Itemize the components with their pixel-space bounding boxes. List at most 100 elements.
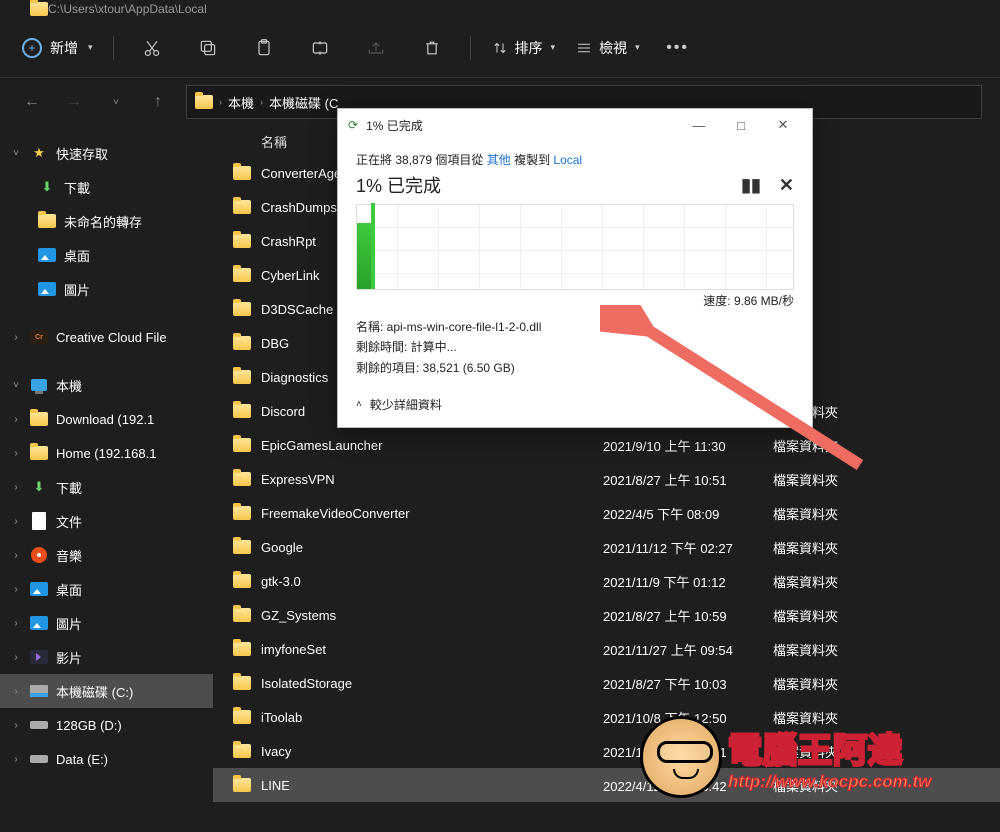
sidebar-item-dl2[interactable]: ›⬇下載 — [0, 470, 213, 504]
view-button[interactable]: 檢視 ▾ — [575, 38, 640, 58]
picture-icon — [38, 246, 56, 264]
file-type: 檔案資料夾 — [773, 436, 838, 455]
pause-button[interactable]: ▮▮ — [741, 175, 761, 196]
back-button[interactable]: ← — [18, 88, 46, 116]
new-button[interactable]: + 新增 ▾ — [22, 38, 93, 58]
file-name: D3DSCache — [261, 302, 333, 317]
recent-button[interactable]: ˅ — [102, 88, 130, 116]
sidebar-label: 未命名的轉存 — [64, 212, 142, 231]
sidebar-item-music[interactable]: ›音樂 — [0, 538, 213, 572]
file-name: GZ_Systems — [261, 608, 336, 623]
minimize-button[interactable]: — — [680, 112, 718, 138]
file-name: CrashRpt — [261, 234, 316, 249]
file-date: 2022/4/5 下午 08:09 — [603, 504, 773, 523]
plus-icon: + — [22, 38, 42, 58]
sidebar-label: 本機 — [56, 376, 82, 395]
sidebar: ˅★快速存取 ⬇下載 未命名的轉存 桌面 圖片 ›CrCreative Clou… — [0, 126, 213, 832]
table-row[interactable]: imyfoneSet2021/11/27 上午 09:54檔案資料夾 — [213, 632, 1000, 666]
copy-details: 名稱: api-ms-win-core-file-l1-2-0.dll 剩餘時間… — [356, 317, 794, 378]
forward-button[interactable]: → — [60, 88, 88, 116]
folder-icon — [233, 232, 251, 250]
share-button[interactable] — [358, 30, 394, 66]
file-type: 檔案資料夾 — [773, 606, 838, 625]
table-row[interactable]: FreemakeVideoConverter2022/4/5 下午 08:09檔… — [213, 496, 1000, 530]
up-button[interactable]: ↑ — [144, 88, 172, 116]
new-label: 新增 — [50, 38, 78, 58]
copy-button[interactable] — [190, 30, 226, 66]
sidebar-item-disk128[interactable]: ›128GB (D:) — [0, 708, 213, 742]
folder-icon — [233, 674, 251, 692]
sidebar-item-unnamed[interactable]: 未命名的轉存 — [0, 204, 213, 238]
more-button[interactable]: ••• — [660, 30, 696, 66]
folder-icon — [233, 334, 251, 352]
chevron-right-icon: › — [10, 332, 22, 343]
file-name: Diagnostics — [261, 370, 328, 385]
folder-icon — [233, 776, 251, 794]
sidebar-item-thispc[interactable]: ˅本機 — [0, 368, 213, 402]
sidebar-label: 圖片 — [64, 280, 90, 299]
less-details-button[interactable]: ˄ 較少詳細資料 — [338, 388, 812, 421]
chevron-right-icon: › — [260, 97, 263, 107]
file-name: imyfoneSet — [261, 642, 326, 657]
picture-icon — [38, 280, 56, 298]
chevron-right-icon: › — [10, 516, 22, 527]
paste-button[interactable] — [246, 30, 282, 66]
maximize-button[interactable]: □ — [722, 112, 760, 138]
sort-button[interactable]: 排序 ▾ — [491, 38, 556, 58]
sidebar-item-diske[interactable]: ›Data (E:) — [0, 742, 213, 776]
crumb-this-pc[interactable]: 本機 — [228, 93, 254, 112]
sidebar-item-pictures[interactable]: 圖片 — [0, 272, 213, 306]
rename-button[interactable] — [302, 30, 338, 66]
sidebar-item-nethome[interactable]: ›Home (192.168.1 — [0, 436, 213, 470]
close-button[interactable]: ✕ — [764, 112, 802, 138]
file-date: 2021/8/27 上午 10:51 — [603, 470, 773, 489]
table-row[interactable]: ExpressVPN2021/8/27 上午 10:51檔案資料夾 — [213, 462, 1000, 496]
file-name: Ivacy — [261, 744, 291, 759]
delete-button[interactable] — [414, 30, 450, 66]
cut-button[interactable] — [134, 30, 170, 66]
table-row[interactable]: IsolatedStorage2021/8/27 下午 10:03檔案資料夾 — [213, 666, 1000, 700]
cancel-button[interactable]: ✕ — [779, 175, 794, 196]
pc-icon — [30, 376, 48, 394]
table-row[interactable]: iToolab2021/10/8 下午 12:50檔案資料夾 — [213, 700, 1000, 734]
table-row[interactable]: Ivacy2021/12/8 下午 09:31檔案資料夾 — [213, 734, 1000, 768]
file-type: 檔案資料夾 — [773, 708, 838, 727]
table-row[interactable]: gtk-3.02021/11/9 下午 01:12檔案資料夾 — [213, 564, 1000, 598]
sidebar-item-docs[interactable]: ›文件 — [0, 504, 213, 538]
sidebar-item-diskc[interactable]: ›本機磁碟 (C:) — [0, 674, 213, 708]
chevron-down-icon: ▾ — [551, 42, 556, 53]
file-type: 檔案資料夾 — [773, 674, 838, 693]
table-row[interactable]: LINE2022/4/12 下午 03:42檔案資料夾 — [213, 768, 1000, 802]
video-icon — [30, 648, 48, 666]
dialog-title: 1% 已完成 — [366, 117, 423, 134]
sidebar-item-downloads[interactable]: ⬇下載 — [0, 170, 213, 204]
sidebar-item-desktop2[interactable]: ›桌面 — [0, 572, 213, 606]
file-date: 2021/11/12 下午 02:27 — [603, 538, 773, 557]
folder-icon — [233, 572, 251, 590]
dialog-titlebar[interactable]: ⟳ 1% 已完成 — □ ✕ — [338, 109, 812, 141]
folder-icon — [38, 212, 56, 230]
crumb-drive[interactable]: 本機磁碟 (C — [269, 93, 338, 112]
sidebar-item-creative[interactable]: ›CrCreative Cloud File — [0, 320, 213, 354]
table-row[interactable]: EpicGamesLauncher2021/9/10 上午 11:30檔案資料夾 — [213, 428, 1000, 462]
sidebar-label: 下載 — [64, 178, 90, 197]
src-link[interactable]: 其他 — [487, 153, 511, 167]
folder-icon — [233, 538, 251, 556]
chevron-right-icon: › — [10, 754, 22, 765]
dst-link[interactable]: Local — [553, 153, 582, 167]
file-name: gtk-3.0 — [261, 574, 301, 589]
sidebar-label: Download (192.1 — [56, 412, 154, 427]
sidebar-item-quick[interactable]: ˅★快速存取 — [0, 136, 213, 170]
folder-icon — [233, 368, 251, 386]
sidebar-item-netdl[interactable]: ›Download (192.1 — [0, 402, 213, 436]
table-row[interactable]: Google2021/11/12 下午 02:27檔案資料夾 — [213, 530, 1000, 564]
sidebar-item-video[interactable]: ›影片 — [0, 640, 213, 674]
chevron-right-icon: › — [10, 652, 22, 663]
folder-icon — [233, 266, 251, 284]
sidebar-label: 下載 — [56, 478, 82, 497]
table-row[interactable]: GZ_Systems2021/8/27 上午 10:59檔案資料夾 — [213, 598, 1000, 632]
sidebar-item-pictures2[interactable]: ›圖片 — [0, 606, 213, 640]
sidebar-item-desktop[interactable]: 桌面 — [0, 238, 213, 272]
file-date: 2021/12/8 下午 09:31 — [603, 742, 773, 761]
sidebar-label: 圖片 — [56, 614, 82, 633]
